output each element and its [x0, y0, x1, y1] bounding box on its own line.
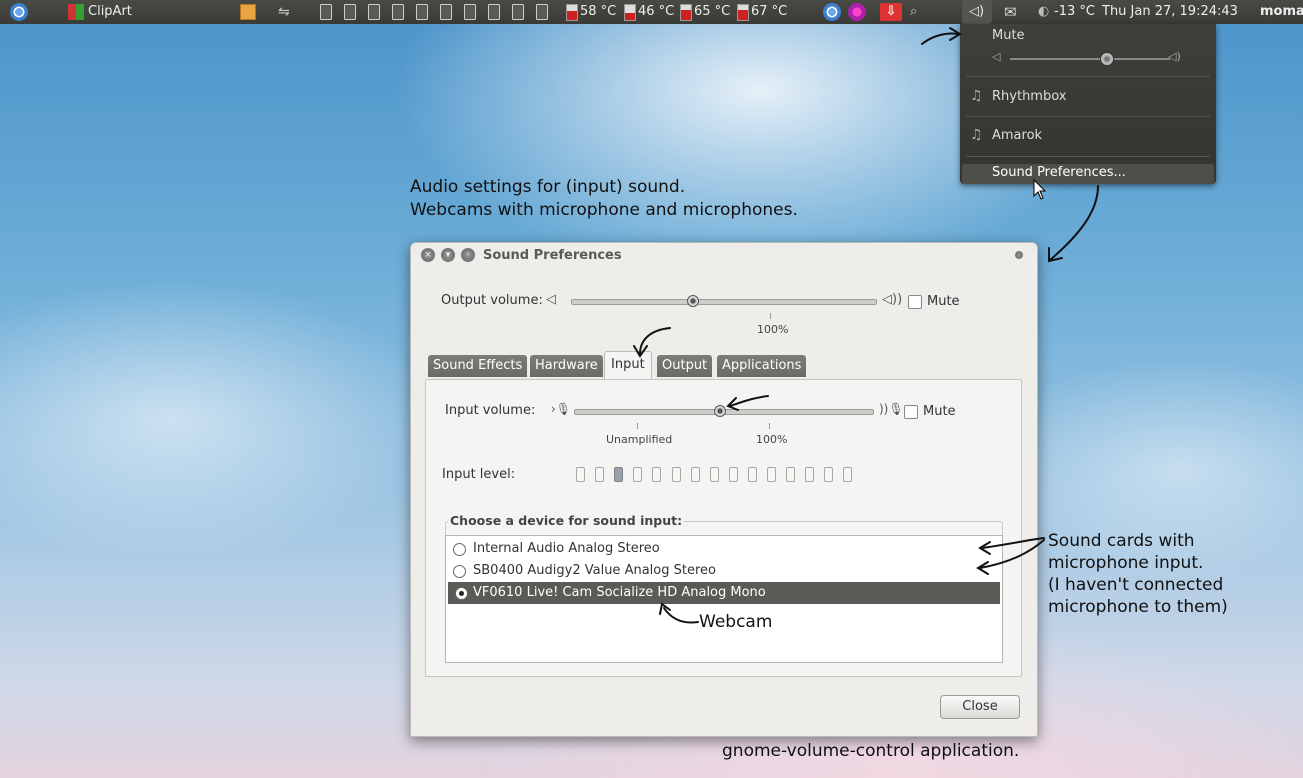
arrow-to-window	[1049, 185, 1099, 261]
annotation-arrows	[633, 27, 1099, 624]
mouse-cursor-icon	[1033, 178, 1047, 200]
